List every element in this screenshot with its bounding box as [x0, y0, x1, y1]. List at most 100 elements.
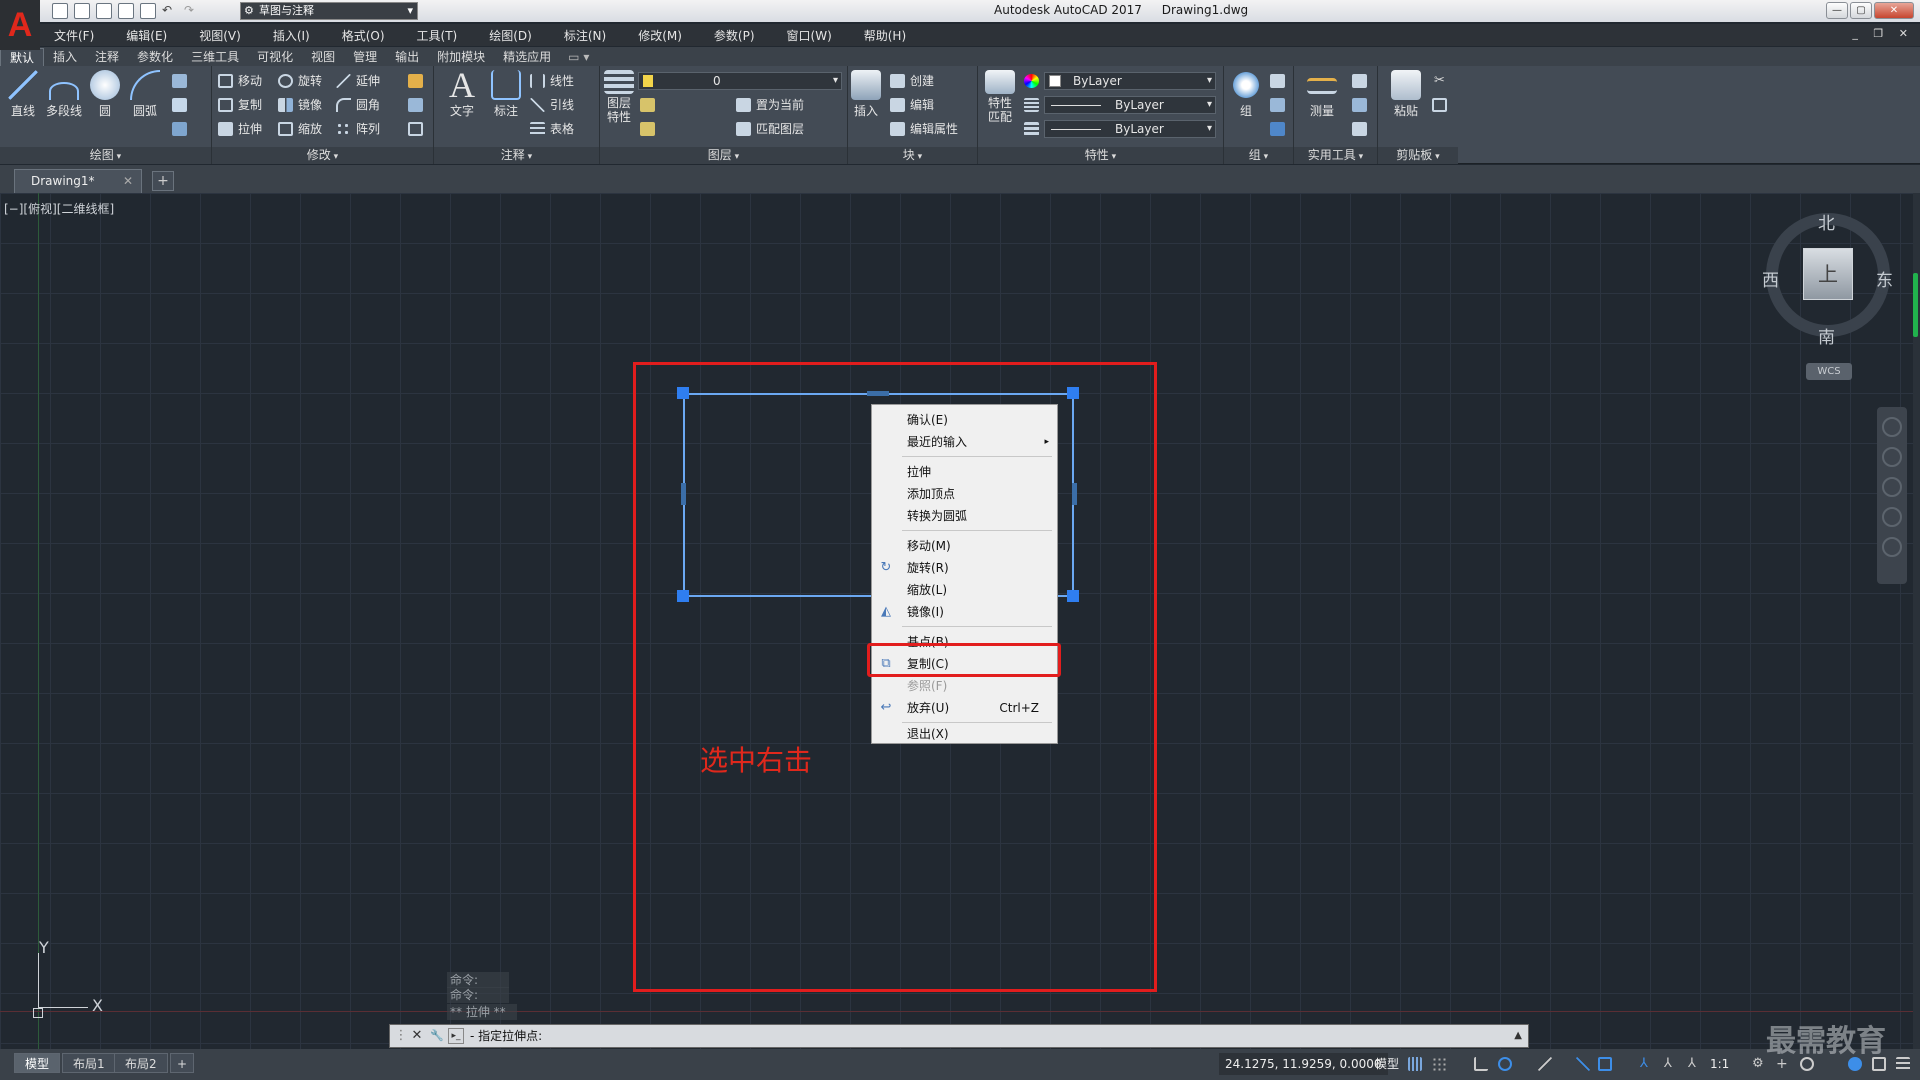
clipboard-panel-title[interactable]: 剪贴板: [1378, 147, 1458, 164]
object-snap-icon[interactable]: [1598, 1057, 1612, 1071]
file-tab-drawing1[interactable]: Drawing1* ✕: [14, 169, 142, 193]
block-panel-title[interactable]: 块: [848, 147, 977, 164]
grip-bottom-right[interactable]: [1067, 590, 1079, 602]
snap-icon[interactable]: [1432, 1057, 1446, 1071]
lineweight-dropdown[interactable]: ByLayer: [1044, 120, 1216, 138]
stretch-button[interactable]: 拉伸: [218, 120, 262, 138]
extend-button[interactable]: 延伸: [336, 72, 380, 90]
tab-addins[interactable]: 附加模块: [428, 48, 494, 66]
pan-icon[interactable]: [1882, 447, 1902, 467]
save-icon[interactable]: [96, 3, 112, 19]
mirror-button[interactable]: 镜像: [278, 96, 322, 114]
menu-item-exit[interactable]: 退出(X): [872, 723, 1057, 745]
menu-help[interactable]: 帮助(H): [848, 27, 922, 44]
menu-tools[interactable]: 工具(T): [401, 27, 474, 44]
auto-scale-icon[interactable]: ⅄: [1664, 1057, 1678, 1071]
tab-annotate[interactable]: 注释: [86, 48, 128, 66]
groups-panel-title[interactable]: 组: [1224, 147, 1293, 164]
menu-draw[interactable]: 绘图(D): [473, 27, 548, 44]
draw-panel-title[interactable]: 绘图: [0, 147, 211, 164]
menu-item-undo[interactable]: ↩ 放弃(U) Ctrl+Z: [872, 697, 1057, 719]
line-button[interactable]: 直线: [5, 70, 41, 119]
zoom-icon[interactable]: [1882, 477, 1902, 497]
workspace-gear-icon[interactable]: ⚙: [1752, 1057, 1766, 1071]
copy-clip-tool[interactable]: [1432, 96, 1452, 114]
tab-manage[interactable]: 管理: [344, 48, 386, 66]
edit-block-button[interactable]: 编辑: [890, 96, 934, 114]
color-dropdown[interactable]: ByLayer: [1044, 72, 1216, 90]
annotation-panel-title[interactable]: 注释: [434, 147, 599, 164]
tab-default[interactable]: 默认: [0, 48, 45, 66]
command-input[interactable]: - 指定拉伸点:: [470, 1025, 542, 1047]
grip-left-mid[interactable]: [681, 483, 686, 505]
scrollbar-thumb[interactable]: [1913, 273, 1918, 337]
linetype-dropdown[interactable]: ByLayer: [1044, 96, 1216, 114]
coordinate-readout[interactable]: 24.1275, 11.9259, 0.0000: [1219, 1053, 1388, 1075]
menu-item-move[interactable]: 移动(M): [872, 535, 1057, 557]
menu-item-scale[interactable]: 缩放(L): [872, 579, 1057, 601]
grid-icon[interactable]: [1408, 1057, 1422, 1071]
menu-view[interactable]: 视图(V): [183, 27, 257, 44]
menu-item-confirm[interactable]: 确认(E): [872, 409, 1057, 431]
object-snap-tracking-icon[interactable]: [1576, 1057, 1590, 1071]
match-properties-button[interactable]: 特性 匹配: [982, 70, 1018, 124]
maximize-button[interactable]: ▢: [1850, 2, 1872, 19]
fillet-button[interactable]: 圆角: [336, 96, 380, 114]
edit-attributes-button[interactable]: 编辑属性: [890, 120, 958, 138]
offset-tool[interactable]: [408, 120, 428, 138]
tab-layout2[interactable]: 布局2: [114, 1053, 168, 1073]
tab-featured-apps[interactable]: 精选应用: [494, 48, 560, 66]
group-select-tool[interactable]: [1270, 120, 1290, 138]
ribbon-display-toggle[interactable]: ▭ ▾: [560, 48, 597, 66]
command-line-close-button[interactable]: ✕: [408, 1027, 426, 1045]
measure-button[interactable]: 测量: [1304, 70, 1340, 119]
menu-format[interactable]: 格式(O): [326, 27, 401, 44]
dimension-button[interactable]: 标注: [488, 70, 524, 119]
viewcube-west[interactable]: 西: [1762, 266, 1779, 291]
tab-visualize[interactable]: 可视化: [248, 48, 302, 66]
tab-layout1[interactable]: 布局1: [62, 1053, 116, 1073]
point-style-tool[interactable]: [1352, 72, 1372, 90]
menu-item-recent-input[interactable]: 最近的输入 ▸: [872, 431, 1057, 453]
workspace-select[interactable]: ⚙ 草图与注释: [240, 2, 418, 20]
grip-bottom-left[interactable]: [677, 590, 689, 602]
tab-model[interactable]: 模型: [14, 1053, 61, 1073]
new-tab-button[interactable]: +: [152, 171, 174, 191]
close-tab-icon[interactable]: ✕: [123, 170, 133, 192]
tab-output[interactable]: 输出: [386, 48, 428, 66]
save-as-icon[interactable]: [118, 3, 134, 19]
leader-button[interactable]: 引线: [530, 96, 574, 114]
set-current-layer-button[interactable]: 置为当前: [736, 96, 804, 114]
rectangle-tool[interactable]: [172, 72, 202, 90]
color-wheel-tool[interactable]: [1024, 72, 1044, 90]
circle-button[interactable]: 圆: [87, 70, 123, 119]
calculator-tool[interactable]: [1352, 120, 1372, 138]
steering-wheel-icon[interactable]: [1882, 417, 1902, 437]
paste-button[interactable]: 粘贴: [1388, 70, 1424, 119]
utilities-panel-title[interactable]: 实用工具: [1294, 147, 1377, 164]
close-button[interactable]: ✕: [1874, 2, 1914, 19]
tab-view[interactable]: 视图: [302, 48, 344, 66]
document-window-controls[interactable]: _ ❐ ✕: [1852, 27, 1914, 40]
insert-block-button[interactable]: 插入: [848, 70, 884, 119]
viewcube-top-face[interactable]: 上: [1803, 248, 1853, 300]
menu-insert[interactable]: 插入(I): [257, 27, 326, 44]
command-history-button[interactable]: ▲: [1514, 1025, 1522, 1047]
annotation-scale-icon[interactable]: ⅄: [1688, 1057, 1702, 1071]
menu-edit[interactable]: 编辑(E): [110, 27, 183, 44]
open-file-icon[interactable]: [74, 3, 90, 19]
menu-parametric[interactable]: 参数(P): [698, 27, 771, 44]
tab-insert[interactable]: 插入: [44, 48, 86, 66]
layer-dropdown[interactable]: 0: [638, 72, 842, 90]
text-button[interactable]: A 文字: [444, 67, 480, 119]
explode-tool[interactable]: [408, 96, 428, 114]
showmotion-icon[interactable]: [1882, 537, 1902, 557]
customization-menu-icon[interactable]: [1896, 1057, 1910, 1071]
menu-window[interactable]: 窗口(W): [771, 27, 848, 44]
menu-item-convert-to-arc[interactable]: 转换为圆弧: [872, 505, 1057, 527]
group-button[interactable]: 组: [1228, 70, 1264, 119]
polar-tracking-icon[interactable]: [1498, 1057, 1512, 1071]
layers-panel-title[interactable]: 图层: [600, 147, 847, 164]
grip-top-left[interactable]: [677, 387, 689, 399]
rotate-button[interactable]: 旋转: [278, 72, 322, 90]
